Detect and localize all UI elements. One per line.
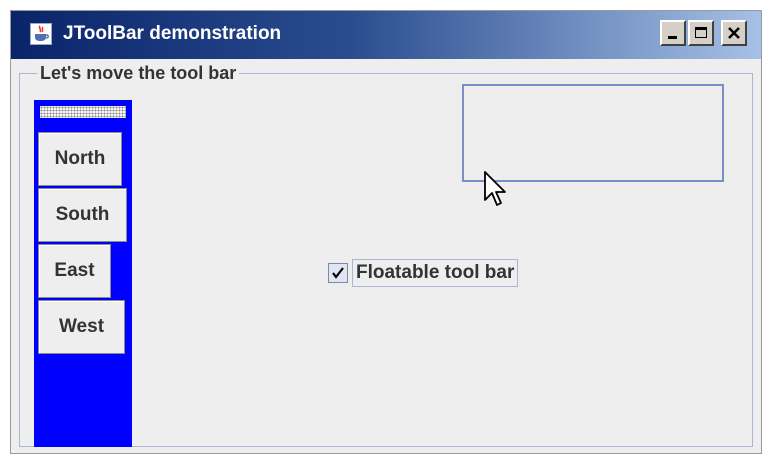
east-button[interactable]: East [38, 244, 111, 298]
java-cup-icon[interactable] [30, 23, 52, 45]
toolbar-drag-handle[interactable] [40, 106, 126, 118]
window-title: JToolBar demonstration [63, 23, 282, 44]
north-button[interactable]: North [38, 132, 122, 186]
south-button[interactable]: South [38, 188, 127, 242]
floatable-checkbox-label[interactable]: Floatable tool bar [352, 259, 519, 287]
close-button[interactable] [721, 20, 747, 46]
minimize-icon [668, 36, 677, 39]
checkbox-box[interactable] [328, 263, 348, 283]
application-window: JToolBar demonstration Let's move the to… [10, 10, 762, 454]
group-title: Let's move the tool bar [37, 63, 240, 83]
minimize-button[interactable] [660, 20, 686, 46]
checkmark-icon [332, 267, 344, 279]
toolbar-drag-outline [462, 84, 724, 182]
arrow-pointer-icon [483, 170, 511, 214]
close-icon [728, 27, 740, 39]
floatable-checkbox[interactable]: Floatable tool bar [328, 258, 519, 288]
west-button[interactable]: West [38, 300, 125, 354]
maximize-icon [695, 27, 707, 38]
maximize-button[interactable] [688, 20, 714, 46]
title-bar[interactable]: JToolBar demonstration [11, 11, 761, 59]
tool-bar[interactable]: North South East West [34, 100, 132, 447]
